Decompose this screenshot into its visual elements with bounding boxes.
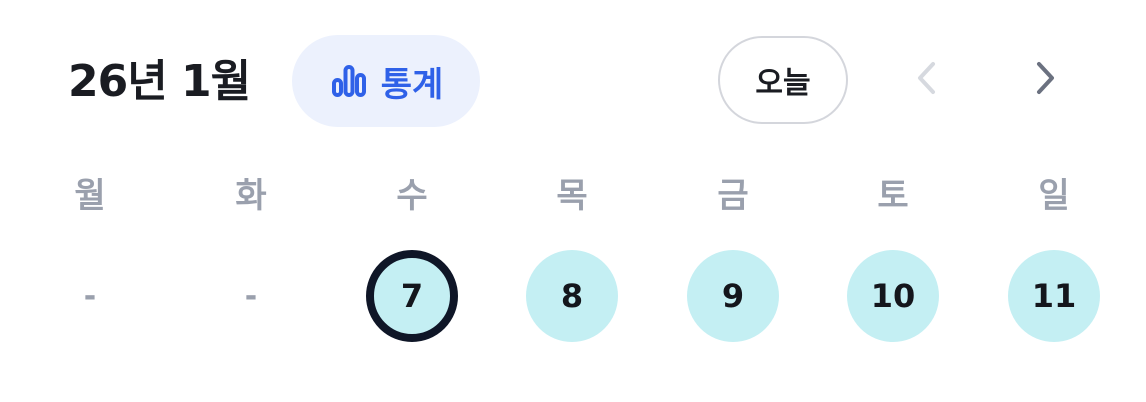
weekday-row: 월 화 수 목 금 토 일: [0, 168, 1146, 228]
chevron-right-icon: [1030, 58, 1060, 102]
day-number: 7: [400, 277, 424, 315]
weekday-label: 금: [717, 176, 749, 216]
next-week-button[interactable]: [1017, 52, 1073, 108]
calendar-header: 26년 1월 통계 오늘: [0, 0, 1146, 160]
today-button[interactable]: 오늘: [718, 36, 848, 124]
day-cell-empty: -: [205, 250, 297, 342]
day-cell-selected[interactable]: 7: [366, 250, 458, 342]
weekday-label: 일: [1038, 176, 1070, 216]
day-number: 8: [560, 277, 584, 315]
day-number: 11: [1031, 277, 1077, 315]
weekday-label: 월: [74, 176, 106, 216]
day-cell[interactable]: 11: [1008, 250, 1100, 342]
day-cell[interactable]: 10: [847, 250, 939, 342]
today-button-label: 오늘: [755, 66, 811, 101]
previous-week-button[interactable]: [899, 52, 955, 108]
day-row: - - 7 8 9 10 11: [0, 248, 1146, 348]
day-cell-empty: -: [44, 250, 136, 342]
weekday-label: 목: [556, 176, 588, 216]
day-number: -: [244, 278, 258, 314]
weekday-label: 화: [235, 176, 267, 216]
day-number: 9: [721, 277, 745, 315]
bar-chart-icon: [329, 61, 369, 101]
day-number: 10: [870, 277, 916, 315]
day-cell[interactable]: 9: [687, 250, 779, 342]
chevron-left-icon: [912, 58, 942, 102]
stats-button-label: 통계: [380, 64, 444, 105]
day-cell[interactable]: 8: [526, 250, 618, 342]
month-title: 26년 1월: [68, 56, 251, 107]
stats-button[interactable]: 통계: [292, 35, 480, 127]
weekday-label: 토: [877, 176, 909, 216]
weekday-label: 수: [396, 176, 428, 216]
day-number: -: [83, 278, 97, 314]
